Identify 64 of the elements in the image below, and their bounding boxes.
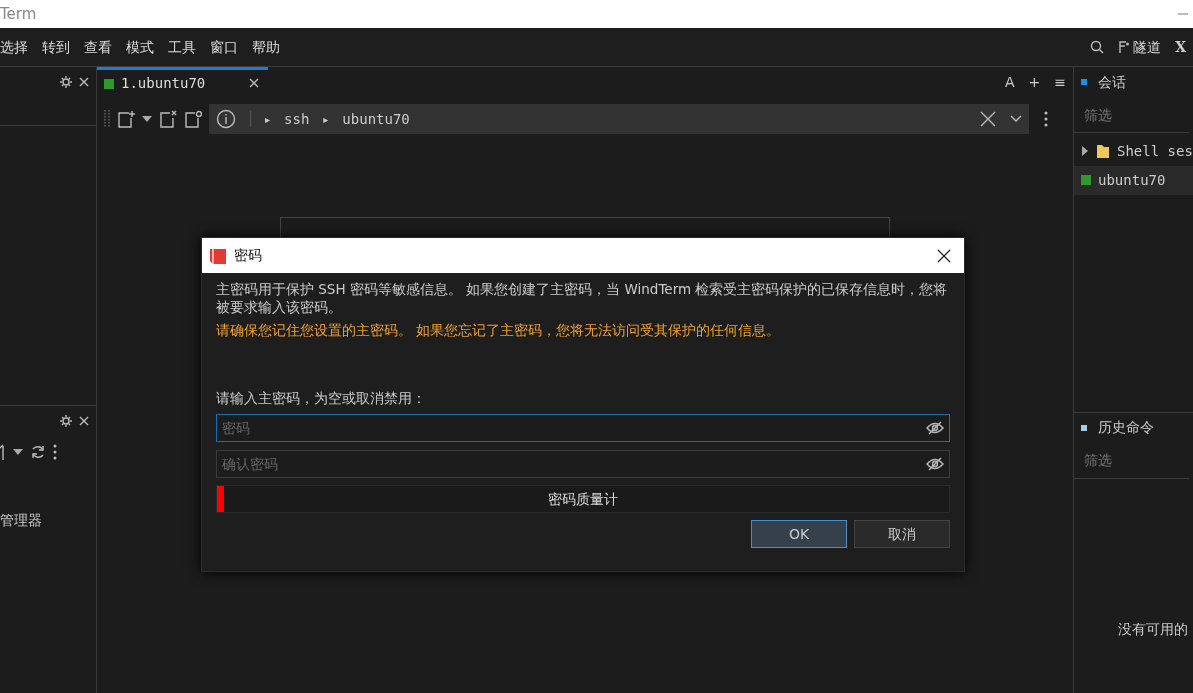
tab-action[interactable]: A — [1004, 71, 1015, 93]
kebab-icon[interactable] — [53, 444, 57, 460]
panel-label: 管理器 — [0, 511, 42, 530]
eye-slash-icon[interactable] — [926, 457, 944, 472]
grip-icon[interactable] — [104, 110, 110, 128]
arrow-up-icon[interactable] — [0, 444, 6, 460]
kebab-icon[interactable] — [1044, 111, 1048, 127]
close-icon[interactable] — [980, 111, 996, 127]
menu-item[interactable]: 工具 — [168, 36, 196, 58]
settings-icon[interactable] — [60, 76, 72, 88]
close-tab-icon[interactable] — [159, 110, 177, 128]
tab-action[interactable]: ≡ — [1054, 71, 1066, 93]
menu-item[interactable]: 转到 — [42, 36, 70, 58]
branch-icon — [1117, 40, 1130, 54]
tunnel-menu[interactable]: 隧道 — [1133, 36, 1162, 58]
tab-settings-icon[interactable] — [184, 110, 202, 128]
caret-right-icon[interactable] — [1081, 146, 1089, 156]
menu-item[interactable]: 窗口 — [210, 36, 238, 58]
menu-item[interactable]: 选择 — [0, 36, 28, 58]
dialog-button[interactable]: OK — [751, 520, 847, 549]
panel-title: 会话 — [1097, 72, 1126, 92]
caret-icon[interactable] — [142, 116, 152, 122]
password-field[interactable]: 密码 — [216, 414, 950, 443]
menu-item[interactable]: 帮助 — [252, 36, 280, 58]
eye-slash-icon[interactable] — [926, 421, 944, 436]
menu-item[interactable]: 查看 — [84, 36, 112, 58]
tab[interactable]: 1.ubuntu70 — [97, 67, 268, 97]
app-logo-icon — [209, 246, 227, 265]
new-tab-icon[interactable] — [117, 110, 135, 128]
refresh-icon[interactable] — [30, 444, 46, 460]
address-bar[interactable]: ▸ ssh ▸ ubuntu70 — [209, 104, 1029, 134]
close-icon[interactable] — [249, 77, 261, 90]
meter-label: 密码质量计 — [548, 490, 618, 510]
close-icon[interactable] — [937, 248, 951, 263]
window-title: Term — [0, 3, 37, 25]
path-separator: ▸ — [265, 112, 271, 127]
panel-icon — [1081, 424, 1087, 431]
tree-item[interactable]: ubuntu70 — [1074, 165, 1193, 195]
empty-message: 没有可用的 — [1118, 619, 1188, 639]
close-icon[interactable] — [79, 77, 89, 87]
info-icon[interactable] — [216, 109, 236, 129]
filter-field[interactable]: 筛选 — [1074, 442, 1189, 479]
path-segment[interactable]: ubuntu70 — [342, 108, 410, 130]
panel-icon — [1081, 79, 1087, 85]
close-icon[interactable] — [79, 416, 89, 426]
settings-icon[interactable] — [60, 415, 72, 427]
search-icon[interactable] — [1089, 40, 1104, 54]
chevron-down-icon[interactable] — [1010, 115, 1022, 123]
filter-field[interactable]: 筛选 — [1074, 97, 1189, 133]
info-text: 主密码用于保护 SSH 密码等敏感信息。 如果您创建了主密码，当 WindTerm 检索受主密码保护的已保存信息时，您将被要求输入该密码。 — [216, 280, 949, 317]
tab-action[interactable]: + — [1028, 71, 1041, 93]
tree-item[interactable]: Shell ses — [1074, 136, 1193, 166]
warning-text: 请确保您记住您设置的主密码。 如果您忘记了主密码，您将无法访问受其保护的任何信息。 — [216, 320, 782, 340]
prompt-text: 请输入主密码，为空或取消禁用： — [216, 389, 427, 409]
path-separator: ▸ — [323, 112, 329, 127]
dialog-button[interactable]: 取消 — [854, 520, 950, 549]
panel-title: 历史命令 — [1097, 418, 1154, 437]
password-field[interactable]: 确认密码 — [216, 450, 950, 479]
caret-icon[interactable] — [13, 449, 23, 455]
path-segment[interactable]: ssh — [284, 108, 310, 130]
menu-item[interactable]: X — [1175, 36, 1186, 58]
dialog-title: 密码 — [234, 246, 263, 265]
folder-icon — [1096, 143, 1110, 159]
menu-item[interactable]: 模式 — [126, 36, 154, 58]
